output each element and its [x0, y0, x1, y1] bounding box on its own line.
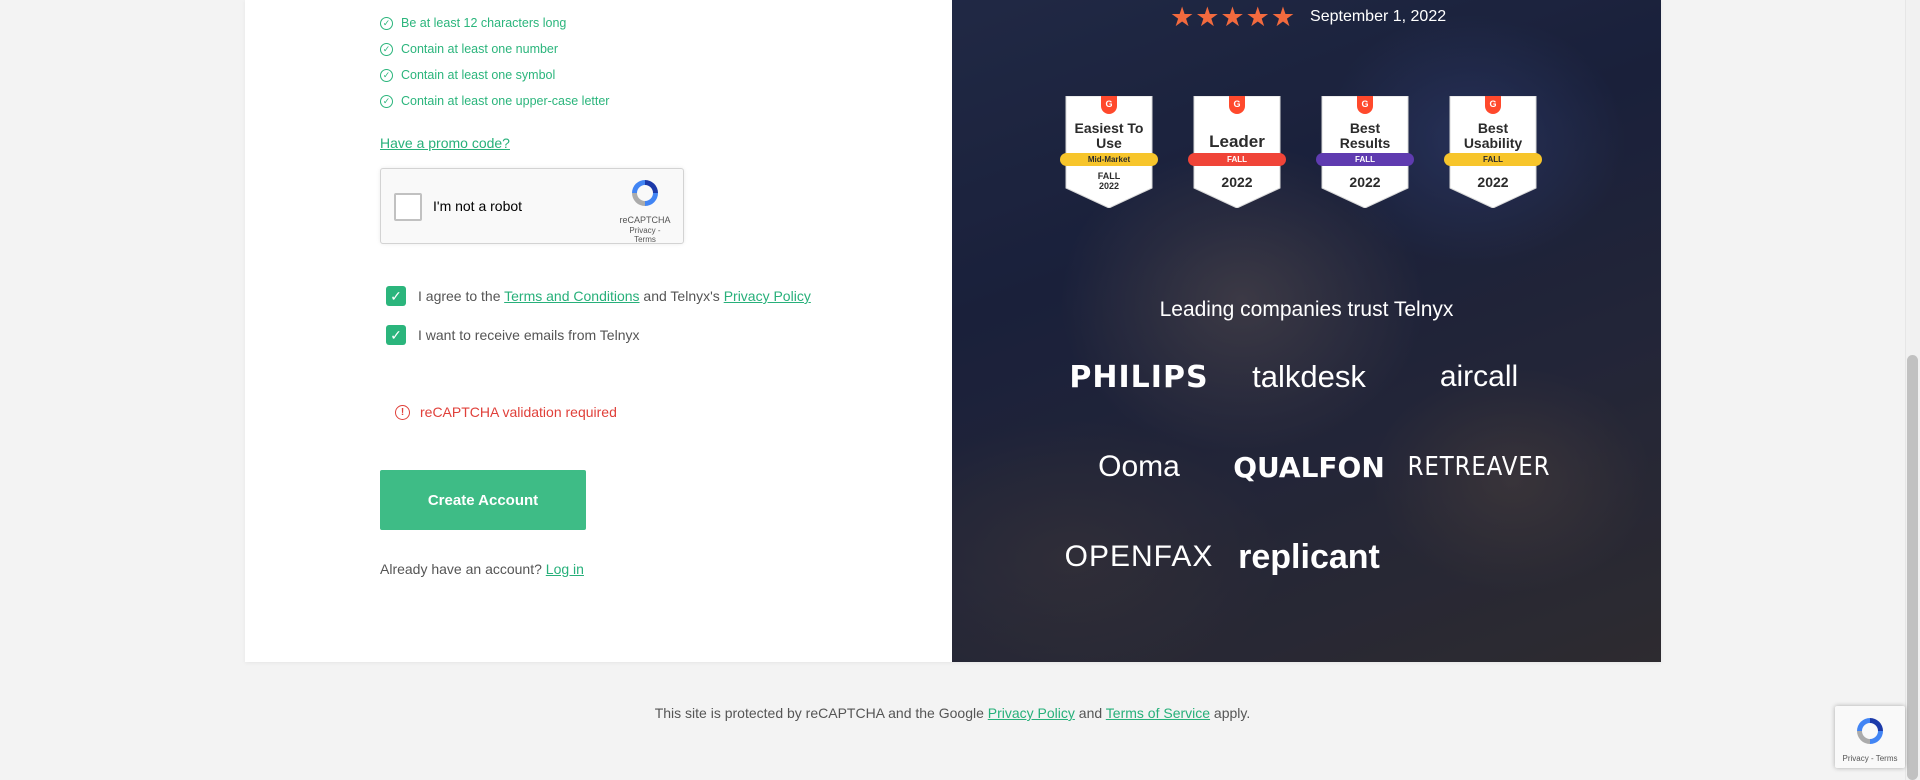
g2-badges: G Easiest To Use Mid-Market FALL 2022 G … — [1060, 96, 1542, 208]
requirement-item: ✓ Contain at least one number — [380, 36, 609, 62]
requirement-text: Contain at least one symbol — [401, 68, 556, 82]
g2-logo-icon: G — [1357, 96, 1373, 114]
recaptcha-label: I'm not a robot — [433, 198, 523, 214]
logo-ooma: Ooma — [1098, 450, 1180, 483]
badge-year: 2022 — [1477, 174, 1509, 190]
page-scrollbar[interactable] — [1905, 0, 1920, 780]
requirement-text: Contain at least one number — [401, 42, 559, 56]
badge-terms-link[interactable]: Terms — [1876, 754, 1898, 763]
email-consent: ✓ I want to receive emails from Telnyx — [380, 325, 640, 345]
logo-replicant: replicant — [1238, 537, 1380, 576]
google-terms-link[interactable]: Terms of Service — [1106, 705, 1210, 721]
logo-talkdesk: talkdesk — [1252, 359, 1366, 394]
star-rating-icon: ★★★★★ — [1170, 2, 1297, 32]
check-circle-icon: ✓ — [380, 68, 393, 82]
badge-year: 2022 — [1221, 174, 1253, 190]
terms-link[interactable]: Terms and Conditions — [504, 288, 639, 304]
g2-logo-icon: G — [1229, 96, 1245, 114]
recaptcha-badge[interactable]: Privacy - Terms — [1835, 706, 1905, 768]
recaptcha-brand: reCAPTCHA — [619, 215, 671, 225]
create-account-button[interactable]: Create Account — [380, 470, 586, 530]
login-prompt-text: Already have an account? — [380, 561, 546, 577]
terms-consent-text: I agree to the Terms and Conditions and … — [418, 288, 811, 304]
badge-title: Easiest To Use — [1074, 120, 1144, 151]
scrollbar-thumb[interactable] — [1907, 355, 1918, 780]
requirement-item: ✓ Be at least 12 characters long — [380, 10, 609, 36]
logo-qualfon: QUALFON — [1233, 450, 1385, 484]
logo-openfax: OPENFAX — [1064, 540, 1214, 573]
error-message: reCAPTCHA validation required — [420, 404, 617, 420]
badge-title: Best Usability — [1463, 120, 1523, 151]
recaptcha-links: Privacy - Terms — [619, 226, 671, 244]
g2-logo-icon: G — [1485, 96, 1501, 114]
recaptcha-checkbox[interactable] — [394, 193, 422, 221]
recaptcha-badge-links: Privacy - Terms — [1835, 754, 1905, 763]
badge-year: FALL 2022 — [1097, 171, 1121, 191]
terms-consent: ✓ I agree to the Terms and Conditions an… — [380, 286, 811, 306]
recaptcha-widget: I'm not a robot reCAPTCHA Privacy - Term… — [380, 168, 684, 244]
recaptcha-error: ! reCAPTCHA validation required — [395, 404, 617, 420]
recaptcha-links-separator: - — [657, 226, 661, 235]
recaptcha-icon — [1857, 718, 1883, 744]
check-circle-icon: ✓ — [380, 94, 393, 108]
notice-suffix: apply. — [1210, 705, 1251, 721]
privacy-policy-link[interactable]: Privacy Policy — [724, 288, 811, 304]
badge-title: Leader — [1209, 132, 1265, 151]
email-consent-text: I want to receive emails from Telnyx — [418, 327, 640, 343]
check-circle-icon: ✓ — [380, 16, 393, 30]
badge-year: 2022 — [1349, 174, 1381, 190]
requirement-text: Contain at least one upper-case letter — [401, 94, 610, 108]
g2-badge: G Easiest To Use Mid-Market FALL 2022 — [1060, 96, 1158, 208]
signup-card: ✓ Be at least 12 characters long ✓ Conta… — [245, 0, 1661, 662]
logo-aircall: aircall — [1439, 360, 1519, 393]
promo-code-link[interactable]: Have a promo code? — [380, 135, 510, 151]
email-checkbox[interactable]: ✓ — [386, 325, 406, 345]
terms-middle: and Telnyx's — [639, 288, 724, 304]
recaptcha-privacy-link[interactable]: Privacy — [629, 226, 655, 235]
g2-badge: G Leader FALL 2022 — [1188, 96, 1286, 208]
rating-date: September 1, 2022 — [1310, 8, 1447, 25]
notice-prefix: This site is protected by reCAPTCHA and … — [654, 705, 988, 721]
badge-links-separator: - — [1870, 754, 1874, 763]
logo-philips: PHILIPS — [1069, 359, 1209, 395]
rating-row: ★★★★★ September 1, 2022 — [1170, 2, 1446, 32]
trust-heading: Leading companies trust Telnyx — [1159, 298, 1454, 321]
login-link[interactable]: Log in — [546, 561, 584, 577]
terms-checkbox[interactable]: ✓ — [386, 286, 406, 306]
requirement-item: ✓ Contain at least one upper-case letter — [380, 88, 609, 114]
customer-logos: PHILIPS talkdesk aircall Ooma QUALFON RE… — [1054, 352, 1574, 622]
recaptcha-icon — [632, 180, 658, 206]
signup-form-panel: ✓ Be at least 12 characters long ✓ Conta… — [245, 0, 952, 662]
g2-badge: G Best Results FALL 2022 — [1316, 96, 1414, 208]
g2-logo-icon: G — [1101, 96, 1117, 114]
badge-ribbon: FALL — [1188, 153, 1286, 166]
terms-prefix: I agree to the — [418, 288, 505, 304]
requirement-item: ✓ Contain at least one symbol — [380, 62, 609, 88]
badge-ribbon: FALL — [1316, 153, 1414, 166]
badge-title: Best Results — [1339, 120, 1391, 151]
notice-middle: and — [1074, 705, 1106, 721]
recaptcha-logo: reCAPTCHA Privacy - Terms — [619, 177, 671, 244]
badge-ribbon: FALL — [1444, 153, 1542, 166]
badge-privacy-link[interactable]: Privacy — [1843, 754, 1869, 763]
login-prompt: Already have an account? Log in — [380, 561, 584, 577]
check-circle-icon: ✓ — [380, 42, 393, 56]
g2-badge: G Best Usability FALL 2022 — [1444, 96, 1542, 208]
alert-circle-icon: ! — [395, 404, 410, 420]
requirement-text: Be at least 12 characters long — [401, 16, 567, 30]
logo-retreaver: RETREAVER — [1407, 452, 1551, 482]
social-proof-panel: ★★★★★ September 1, 2022 G Easiest To Use… — [952, 0, 1661, 662]
badge-ribbon: Mid-Market — [1060, 153, 1158, 166]
google-privacy-link[interactable]: Privacy Policy — [988, 705, 1075, 721]
password-requirements: ✓ Be at least 12 characters long ✓ Conta… — [380, 10, 609, 114]
recaptcha-notice: This site is protected by reCAPTCHA and … — [0, 705, 1905, 721]
recaptcha-terms-link[interactable]: Terms — [634, 235, 656, 244]
